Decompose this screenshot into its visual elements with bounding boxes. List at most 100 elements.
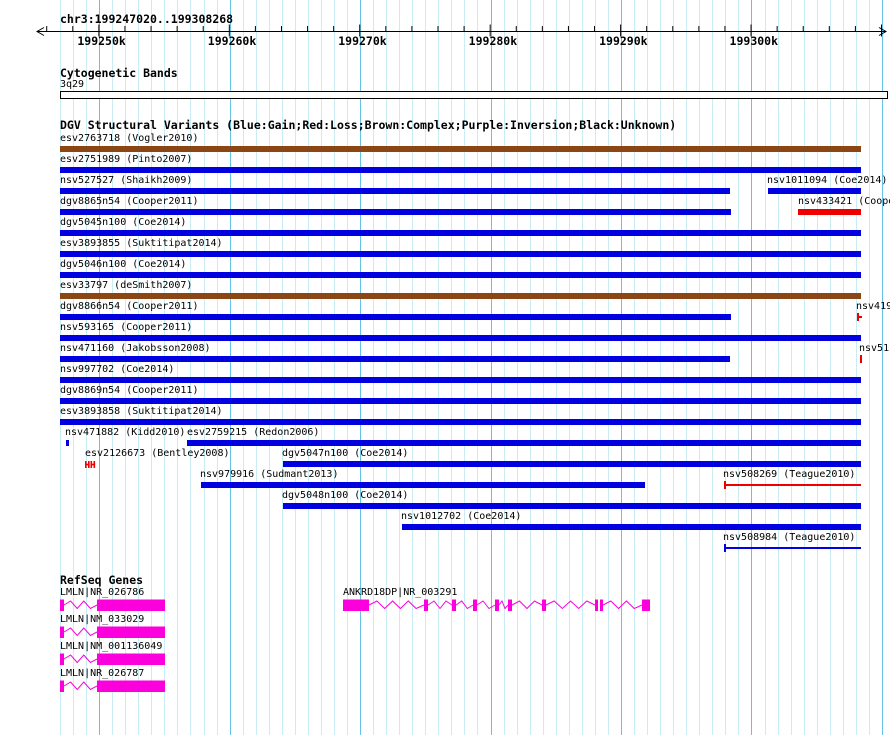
gene-label[interactable]: ANKRD18DP|NR_003291	[343, 587, 457, 599]
gene-exon	[600, 599, 603, 611]
variant-bar[interactable]	[402, 524, 861, 530]
variant-bar[interactable]	[187, 440, 861, 446]
gridline	[634, 0, 636, 735]
gene-exon	[97, 653, 165, 665]
gene-label[interactable]: LMLN|NM_033029	[60, 614, 144, 626]
variant-label[interactable]: nsv471160 (Jakobsson2008)	[60, 343, 211, 355]
gridline	[438, 0, 440, 735]
gridline	[660, 0, 662, 735]
variant-bar[interactable]	[283, 461, 861, 467]
gridline	[607, 0, 609, 735]
variant-bar[interactable]	[60, 293, 861, 299]
gridline	[699, 0, 701, 735]
variant-line[interactable]	[860, 358, 862, 360]
variant-label[interactable]: nsv979916 (Sudmant2013)	[200, 469, 338, 481]
variant-line[interactable]	[724, 484, 861, 486]
gene-model[interactable]	[0, 653, 890, 666]
ruler-tick-label: 199260k	[207, 34, 257, 48]
variant-label[interactable]: esv2763718 (Vogler2010)	[60, 133, 198, 145]
gene-exon	[642, 599, 650, 611]
variant-bar[interactable]	[60, 419, 861, 425]
variant-double-tick[interactable]	[85, 461, 96, 469]
variant-label[interactable]: dgv5047n100 (Coe2014)	[282, 448, 408, 460]
variant-bar[interactable]	[60, 398, 861, 404]
gene-label[interactable]: LMLN|NR_026786	[60, 587, 144, 599]
variant-bar[interactable]	[60, 167, 861, 173]
variant-label[interactable]: nsv527527 (Shaikh2009)	[60, 175, 192, 187]
variant-label[interactable]: dgv5048n100 (Coe2014)	[282, 490, 408, 502]
gridline	[529, 0, 531, 735]
variant-line[interactable]	[724, 547, 861, 549]
variant-label[interactable]: nsv471882 (Kidd2010)	[65, 427, 185, 439]
ruler-tick-label: 199270k	[338, 34, 387, 48]
variant-line[interactable]	[857, 316, 862, 318]
gridline	[203, 0, 205, 735]
variant-bar[interactable]	[60, 146, 861, 152]
variant-label[interactable]: nsv508984 (Teague2010)	[723, 532, 855, 544]
gene-model[interactable]	[0, 626, 890, 639]
gridline	[829, 0, 831, 735]
gridline	[842, 0, 844, 735]
ruler-tick-label: 199300k	[729, 34, 779, 48]
gridline	[425, 0, 427, 735]
variant-label[interactable]: nsv593165 (Cooper2011)	[60, 322, 192, 334]
gridline	[816, 0, 818, 735]
variant-label[interactable]: nsv997702 (Coe2014)	[60, 364, 174, 376]
gridline	[177, 0, 179, 735]
variant-label[interactable]: nsv419	[856, 301, 890, 313]
variant-label[interactable]: nsv1012702 (Coe2014)	[401, 511, 521, 523]
gridline	[594, 0, 596, 735]
variant-label[interactable]: esv3893855 (Suktitipat2014)	[60, 238, 223, 250]
gene-label[interactable]: LMLN|NR_026787	[60, 668, 144, 680]
gene-exon	[97, 680, 165, 692]
variant-label[interactable]: nsv1011094 (Coe2014)	[767, 175, 887, 187]
gridline	[725, 0, 727, 735]
gridline	[373, 0, 375, 735]
variant-label[interactable]: dgv5046n100 (Coe2014)	[60, 259, 186, 271]
variant-label[interactable]: dgv5045n100 (Coe2014)	[60, 217, 186, 229]
variant-label[interactable]: dgv8865n54 (Cooper2011)	[60, 196, 198, 208]
gridline	[686, 0, 688, 735]
variant-bar[interactable]	[60, 230, 861, 236]
gridline	[242, 0, 244, 735]
gridline	[503, 0, 505, 735]
variant-bar[interactable]	[60, 188, 730, 194]
gridline	[216, 0, 218, 735]
gridline	[855, 0, 857, 735]
cytoband-label: 3q29	[60, 79, 85, 90]
variant-bar[interactable]	[201, 482, 645, 488]
gene-exon	[60, 680, 64, 692]
gridline	[777, 0, 779, 735]
variant-label[interactable]: dgv8866n54 (Cooper2011)	[60, 301, 198, 313]
variant-label[interactable]: esv33797 (deSmith2007)	[60, 280, 192, 292]
variant-label[interactable]: esv2751989 (Pinto2007)	[60, 154, 192, 166]
variant-label[interactable]: esv3893858 (Suktitipat2014)	[60, 406, 223, 418]
section-title-dgv: DGV Structural Variants (Blue:Gain;Red:L…	[60, 118, 677, 132]
variant-bar[interactable]	[60, 209, 731, 215]
variant-label[interactable]: nsv51	[859, 343, 889, 355]
variant-bar[interactable]	[66, 440, 69, 446]
variant-bar[interactable]	[283, 503, 861, 509]
gene-model[interactable]	[0, 680, 890, 693]
variant-bar[interactable]	[60, 335, 861, 341]
gridline	[790, 0, 792, 735]
variant-bar[interactable]	[60, 251, 861, 257]
gene-model[interactable]	[0, 599, 890, 612]
gridline	[399, 0, 401, 735]
variant-bar[interactable]	[60, 356, 730, 362]
gridline	[490, 0, 492, 735]
variant-bar[interactable]	[768, 188, 861, 194]
variant-label[interactable]: dgv8869n54 (Cooper2011)	[60, 385, 198, 397]
variant-label[interactable]: nsv433421 (Coope	[798, 196, 890, 208]
variant-bar[interactable]	[60, 314, 731, 320]
variant-label[interactable]: esv2759215 (Redon2006)	[187, 427, 319, 439]
variant-bar[interactable]	[60, 272, 861, 278]
gene-exon	[343, 599, 369, 611]
variant-label[interactable]: esv2126673 (Bentley2008)	[85, 448, 230, 460]
gene-label[interactable]: LMLN|NM_001136049	[60, 641, 162, 653]
gridline	[568, 0, 570, 735]
gridline	[255, 0, 257, 735]
variant-bar[interactable]	[60, 377, 861, 383]
variant-label[interactable]: nsv508269 (Teague2010)	[723, 469, 855, 481]
variant-bar[interactable]	[798, 209, 861, 215]
